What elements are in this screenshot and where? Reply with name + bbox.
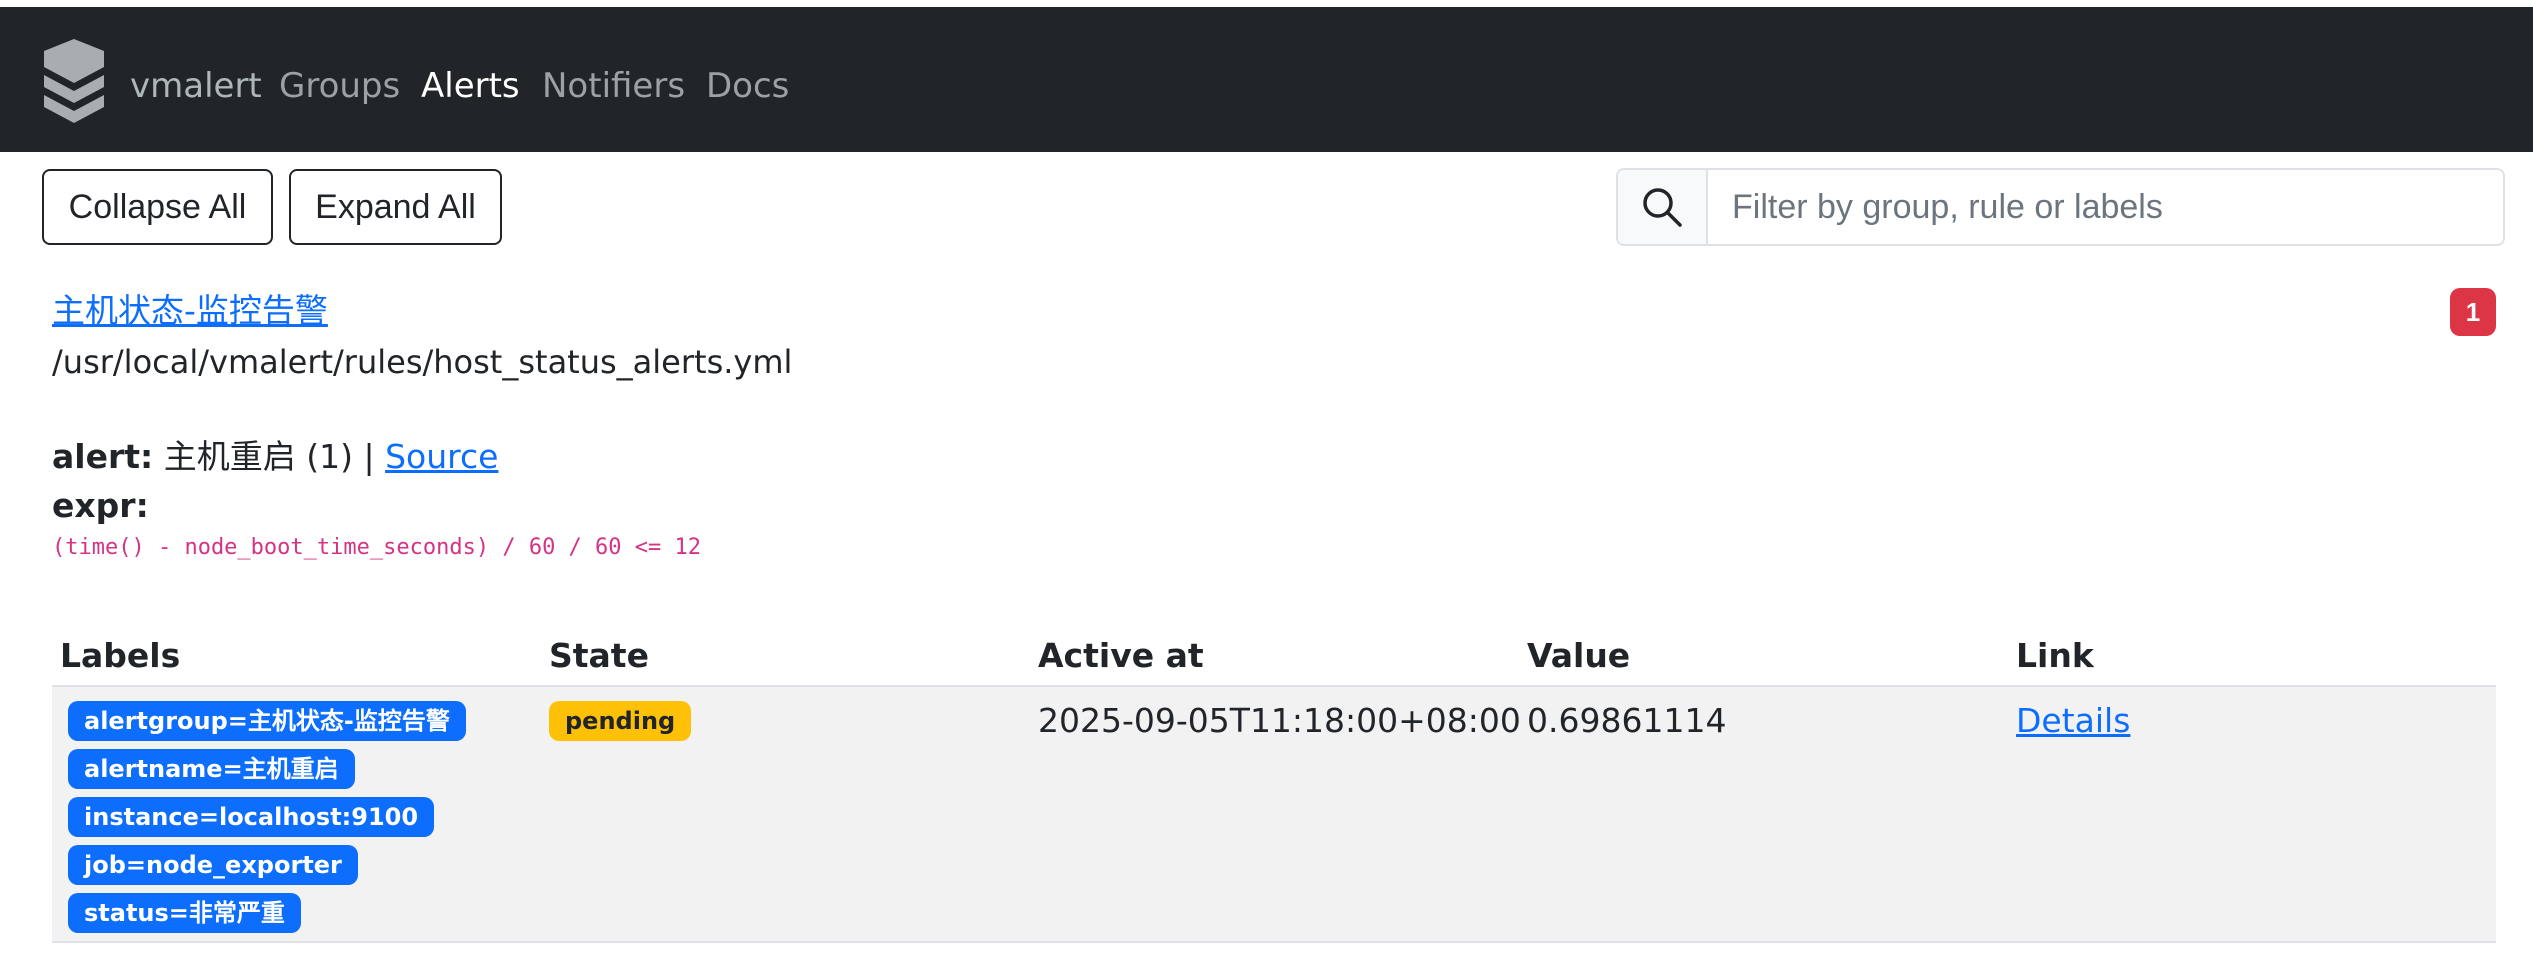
nav-brand[interactable]: vmalert bbox=[130, 65, 262, 107]
search-box bbox=[1616, 168, 2505, 246]
expr-label: expr: bbox=[52, 486, 149, 525]
group-file-path: /usr/local/vmalert/rules/host_status_ale… bbox=[52, 343, 793, 381]
label-badge: status=非常严重 bbox=[68, 893, 301, 933]
source-link[interactable]: Source bbox=[385, 437, 498, 476]
alert-count-badge: 1 bbox=[2450, 288, 2496, 336]
nav-groups[interactable]: Groups bbox=[279, 65, 400, 107]
collapse-all-button[interactable]: Collapse All bbox=[42, 169, 273, 245]
search-input[interactable] bbox=[1708, 170, 2503, 244]
value-cell: 0.69861114 bbox=[1527, 701, 1727, 740]
alert-prefix: alert: bbox=[52, 437, 154, 476]
alert-name: 主机重启 (1) bbox=[163, 437, 353, 476]
label-badge: job=node_exporter bbox=[68, 845, 358, 885]
group-title-link[interactable]: 主机状态-监控告警 bbox=[52, 291, 328, 331]
label-badge: alertgroup=主机状态-监控告警 bbox=[68, 701, 466, 741]
label-badge: alertname=主机重启 bbox=[68, 749, 355, 789]
vmalert-logo-icon[interactable] bbox=[38, 37, 110, 127]
nav-notifiers[interactable]: Notifiers bbox=[542, 65, 685, 107]
nav-alerts[interactable]: Alerts bbox=[421, 65, 520, 107]
alert-separator: | bbox=[363, 437, 375, 476]
table-row: alertgroup=主机状态-监控告警 alertname=主机重启 inst… bbox=[52, 687, 2496, 943]
search-icon bbox=[1618, 170, 1708, 244]
alert-rule-header: alert: 主机重启 (1) | Source bbox=[52, 437, 498, 477]
state-badge: pending bbox=[549, 701, 692, 741]
column-header-link: Link bbox=[2016, 636, 2094, 675]
label-badge: instance=localhost:9100 bbox=[68, 797, 435, 837]
active-at-cell: 2025-09-05T11:18:00+08:00 bbox=[1038, 701, 1521, 740]
expr-code: (time() - node_boot_time_seconds) / 60 /… bbox=[52, 535, 702, 560]
column-header-labels: Labels bbox=[60, 636, 181, 675]
column-header-active-at: Active at bbox=[1038, 636, 1204, 675]
navbar: vmalert Groups Alerts Notifiers Docs bbox=[0, 7, 2533, 152]
details-link[interactable]: Details bbox=[2016, 701, 2130, 741]
column-header-value: Value bbox=[1527, 636, 1631, 675]
nav-docs[interactable]: Docs bbox=[706, 65, 789, 107]
column-header-state: State bbox=[549, 636, 649, 675]
expand-all-button[interactable]: Expand All bbox=[289, 169, 502, 245]
